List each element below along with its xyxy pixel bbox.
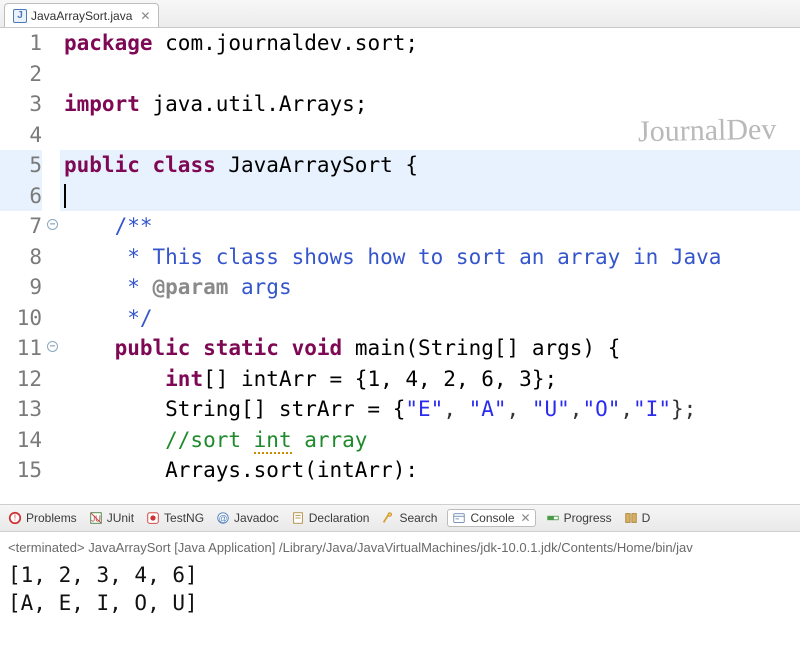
progress-icon	[546, 511, 560, 525]
tab-testng[interactable]: TestNG	[144, 509, 206, 527]
console-status: <terminated> JavaArraySort [Java Applica…	[8, 540, 792, 555]
tab-problems[interactable]: ! Problems	[6, 509, 79, 527]
tab-label: Console	[470, 511, 514, 525]
testng-icon	[146, 511, 160, 525]
tab-truncated[interactable]: D	[622, 509, 653, 527]
tab-label: Declaration	[309, 511, 370, 525]
console-panel: <terminated> JavaArraySort [Java Applica…	[0, 532, 800, 617]
tab-label: Problems	[26, 511, 77, 525]
close-icon[interactable]: ✕	[140, 9, 150, 23]
javadoc-icon: @	[216, 511, 230, 525]
console-line: [A, E, I, O, U]	[8, 589, 792, 617]
tab-declaration[interactable]: Declaration	[289, 509, 372, 527]
tab-junit[interactable]: JU JUnit	[87, 509, 136, 527]
declaration-icon	[291, 511, 305, 525]
console-icon	[452, 511, 466, 525]
svg-text:JU: JU	[91, 515, 101, 524]
code-area[interactable]: JournalDev package com.journaldev.sort; …	[60, 28, 800, 504]
editor-tab-label: JavaArraySort.java	[31, 9, 132, 23]
tab-progress[interactable]: Progress	[544, 509, 614, 527]
svg-text:@: @	[219, 514, 228, 524]
tab-label: Javadoc	[234, 511, 279, 525]
fold-toggle-icon[interactable]: −	[47, 341, 58, 352]
generic-view-icon	[624, 511, 638, 525]
problems-icon: !	[8, 511, 22, 525]
code-editor[interactable]: 1 2 3 4 5 6 7 8 9 10 11 12 13 14 15 − − …	[0, 28, 800, 504]
tab-search[interactable]: Search	[379, 509, 439, 527]
tab-label: TestNG	[164, 511, 204, 525]
editor-tab-bar: J JavaArraySort.java ✕	[0, 0, 800, 28]
svg-text:!: !	[14, 514, 16, 523]
tab-label: D	[642, 511, 651, 525]
tab-label: Progress	[564, 511, 612, 525]
java-file-icon: J	[13, 9, 27, 23]
tab-label: JUnit	[107, 511, 134, 525]
close-icon[interactable]: ✕	[521, 511, 531, 525]
junit-icon: JU	[89, 511, 103, 525]
search-icon	[381, 511, 395, 525]
fold-toggle-icon[interactable]: −	[47, 219, 58, 230]
console-output[interactable]: [1, 2, 3, 4, 6] [A, E, I, O, U]	[8, 561, 792, 617]
text-caret	[64, 184, 66, 208]
console-line: [1, 2, 3, 4, 6]	[8, 561, 792, 589]
line-number-gutter: 1 2 3 4 5 6 7 8 9 10 11 12 13 14 15	[0, 28, 46, 504]
tab-console[interactable]: Console ✕	[447, 509, 535, 527]
editor-tab[interactable]: J JavaArraySort.java ✕	[4, 3, 159, 27]
tab-label: Search	[399, 511, 437, 525]
fold-column: − −	[46, 28, 60, 504]
tab-javadoc[interactable]: @ Javadoc	[214, 509, 281, 527]
views-tab-bar: ! Problems JU JUnit TestNG @ Javadoc Dec…	[0, 504, 800, 532]
